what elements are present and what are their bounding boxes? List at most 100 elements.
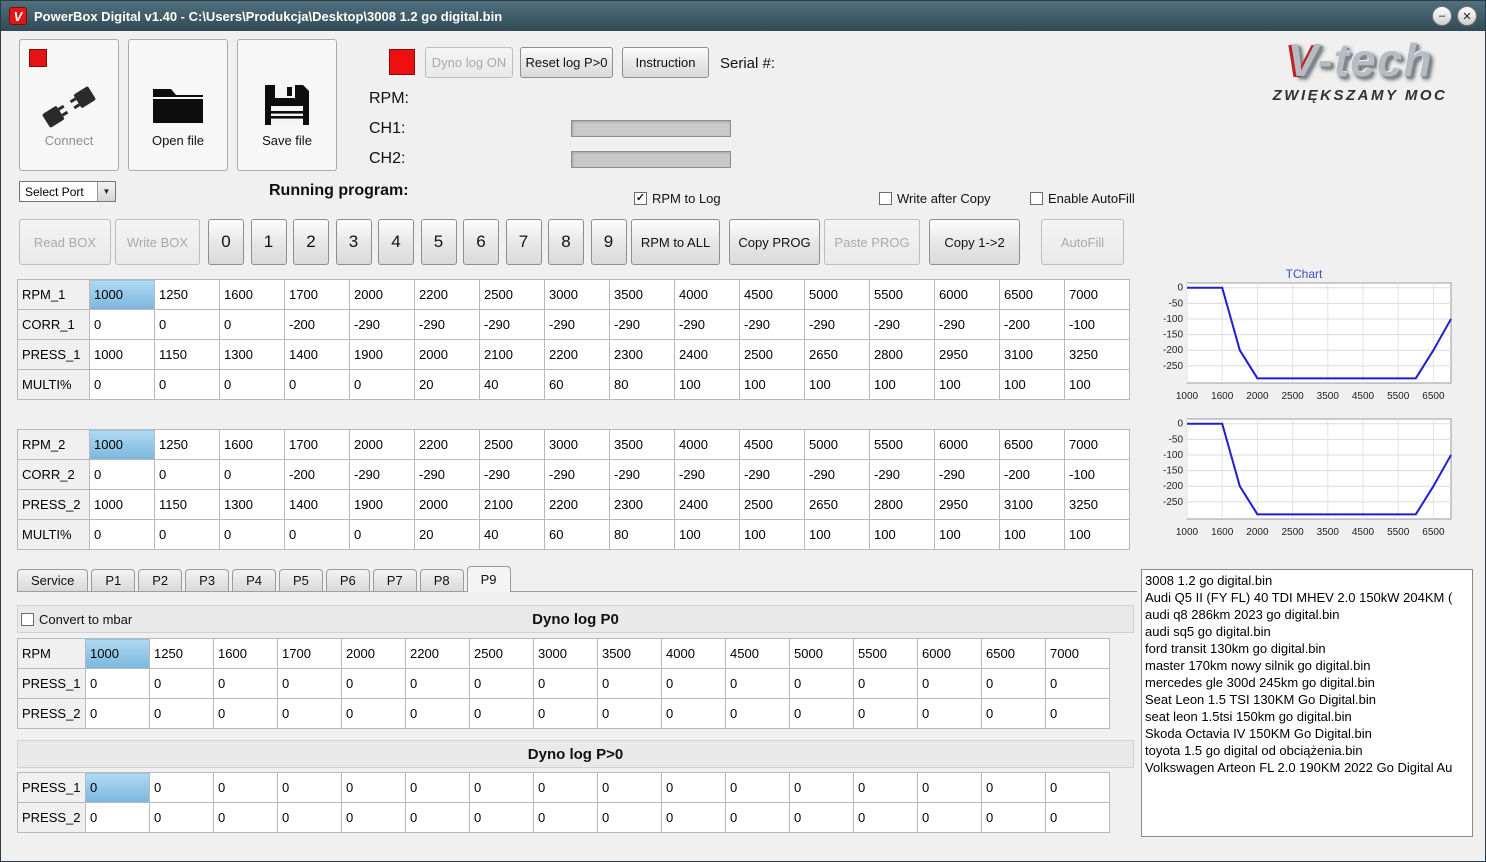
grid-cell[interactable]: 0	[149, 668, 214, 699]
grid-cell[interactable]: 1000	[89, 279, 155, 310]
grid-cell[interactable]: 40	[479, 369, 545, 400]
grid-cell[interactable]: 5000	[804, 279, 870, 310]
grid-cell[interactable]: -290	[479, 309, 545, 340]
tab-p2[interactable]: P2	[138, 569, 183, 591]
grid-cell[interactable]: 0	[725, 698, 790, 729]
grid-cell[interactable]: 100	[674, 519, 740, 550]
grid-cell[interactable]: 0	[219, 309, 285, 340]
grid-cell[interactable]: 20	[414, 369, 480, 400]
grid-cell[interactable]: -100	[1064, 309, 1130, 340]
grid-cell[interactable]: 1700	[284, 279, 350, 310]
grid-cell[interactable]: 0	[405, 802, 470, 833]
grid-cell[interactable]: 1000	[85, 638, 150, 669]
grid-cell[interactable]: 0	[917, 668, 982, 699]
file-list-item[interactable]: mercedes gle 300d 245km go digital.bin	[1145, 674, 1469, 691]
number-button-0[interactable]: 0	[208, 219, 244, 265]
convert-to-mbar-checkbox[interactable]: Convert to mbar	[21, 612, 132, 627]
grid-cell[interactable]: 2400	[674, 489, 740, 520]
grid-cell[interactable]: -290	[674, 309, 740, 340]
grid-cell[interactable]: 80	[609, 369, 675, 400]
grid-cell[interactable]: 2650	[804, 339, 870, 370]
grid-cell[interactable]: 0	[277, 802, 342, 833]
grid-cell[interactable]: 1150	[154, 489, 220, 520]
file-list-item[interactable]: Seat Leon 1.5 TSI 130KM Go Digital.bin	[1145, 691, 1469, 708]
grid-cell[interactable]: 20	[414, 519, 480, 550]
grid-cell[interactable]: 2300	[609, 339, 675, 370]
grid-cell[interactable]: 7000	[1045, 638, 1110, 669]
grid-cell[interactable]: 0	[981, 668, 1046, 699]
grid-cell[interactable]: 1250	[154, 279, 220, 310]
grid-cell[interactable]: 100	[999, 369, 1065, 400]
grid-cell[interactable]: 5500	[869, 279, 935, 310]
grid-cell[interactable]: 1250	[154, 429, 220, 460]
grid-cell[interactable]: 5500	[869, 429, 935, 460]
grid-cell[interactable]: 0	[341, 668, 406, 699]
file-list-item[interactable]: ford transit 130km go digital.bin	[1145, 640, 1469, 657]
grid-cell[interactable]: 0	[1045, 772, 1110, 803]
grid-cell[interactable]: -290	[674, 459, 740, 490]
grid-cell[interactable]: 1600	[219, 429, 285, 460]
grid-cell[interactable]: 2000	[341, 638, 406, 669]
grid-cell[interactable]: 2500	[739, 339, 805, 370]
grid-cell[interactable]: 2500	[479, 429, 545, 460]
grid-cell[interactable]: 0	[597, 698, 662, 729]
grid-cell[interactable]: 0	[789, 802, 854, 833]
grid-cell[interactable]: -290	[609, 459, 675, 490]
enable-autofill-checkbox[interactable]: Enable AutoFill	[1030, 191, 1135, 206]
checkbox-box[interactable]: ✓	[634, 192, 647, 205]
grid-cell[interactable]: 0	[981, 698, 1046, 729]
grid-cell[interactable]: 0	[533, 772, 598, 803]
grid-cell[interactable]: 4000	[674, 429, 740, 460]
grid-cell[interactable]: 0	[89, 369, 155, 400]
grid-cell[interactable]: 0	[469, 802, 534, 833]
grid-cell[interactable]: 0	[349, 519, 415, 550]
grid-cell[interactable]: 6000	[917, 638, 982, 669]
grid-cell[interactable]: 0	[154, 519, 220, 550]
grid-cell[interactable]: 7000	[1064, 279, 1130, 310]
grid-cell[interactable]: 0	[405, 698, 470, 729]
grid-cell[interactable]: 0	[284, 369, 350, 400]
autofill-button[interactable]: AutoFill	[1041, 219, 1124, 265]
grid-cell[interactable]: 0	[661, 668, 726, 699]
grid-cell[interactable]: 100	[1064, 369, 1130, 400]
grid-cell[interactable]: 0	[277, 772, 342, 803]
grid-cell[interactable]: 1700	[284, 429, 350, 460]
grid-cell[interactable]: 100	[934, 369, 1000, 400]
read-box-button[interactable]: Read BOX	[19, 219, 111, 265]
grid-cell[interactable]: 0	[219, 369, 285, 400]
grid-cell[interactable]: 1900	[349, 339, 415, 370]
grid-cell[interactable]: 0	[85, 802, 150, 833]
number-button-1[interactable]: 1	[250, 219, 287, 265]
grid-cell[interactable]: -290	[804, 459, 870, 490]
grid-cell[interactable]: 0	[1045, 698, 1110, 729]
grid-cell[interactable]: 60	[544, 369, 610, 400]
grid-cell[interactable]: 3500	[609, 279, 675, 310]
tab-service[interactable]: Service	[17, 569, 89, 591]
grid-cell[interactable]: 0	[853, 668, 918, 699]
grid-cell[interactable]: 0	[213, 802, 278, 833]
grid-cell[interactable]: 1600	[213, 638, 278, 669]
grid-cell[interactable]: 0	[853, 698, 918, 729]
grid-cell[interactable]: 2000	[414, 489, 480, 520]
grid-cell[interactable]: 0	[89, 519, 155, 550]
grid-cell[interactable]: 100	[1064, 519, 1130, 550]
grid-cell[interactable]: 1150	[154, 339, 220, 370]
grid-cell[interactable]: 0	[341, 772, 406, 803]
grid-cell[interactable]: 3500	[597, 638, 662, 669]
grid-cell[interactable]: 7000	[1064, 429, 1130, 460]
grid-cell[interactable]: 0	[469, 772, 534, 803]
checkbox-box[interactable]	[879, 192, 892, 205]
grid-cell[interactable]: 2100	[479, 339, 545, 370]
grid-cell[interactable]: 0	[597, 802, 662, 833]
grid-cell[interactable]: -290	[544, 309, 610, 340]
chevron-down-icon[interactable]: ▼	[97, 182, 115, 201]
grid-cell[interactable]: 0	[405, 772, 470, 803]
write-after-copy-checkbox[interactable]: Write after Copy	[879, 191, 991, 206]
grid-cell[interactable]: 100	[739, 519, 805, 550]
number-button-9[interactable]: 9	[590, 219, 627, 265]
grid-cell[interactable]: 2500	[469, 638, 534, 669]
grid-cell[interactable]: -290	[479, 459, 545, 490]
grid-cell[interactable]: 0	[917, 802, 982, 833]
grid-cell[interactable]: 0	[533, 802, 598, 833]
copy-prog-button[interactable]: Copy PROG	[729, 219, 820, 265]
